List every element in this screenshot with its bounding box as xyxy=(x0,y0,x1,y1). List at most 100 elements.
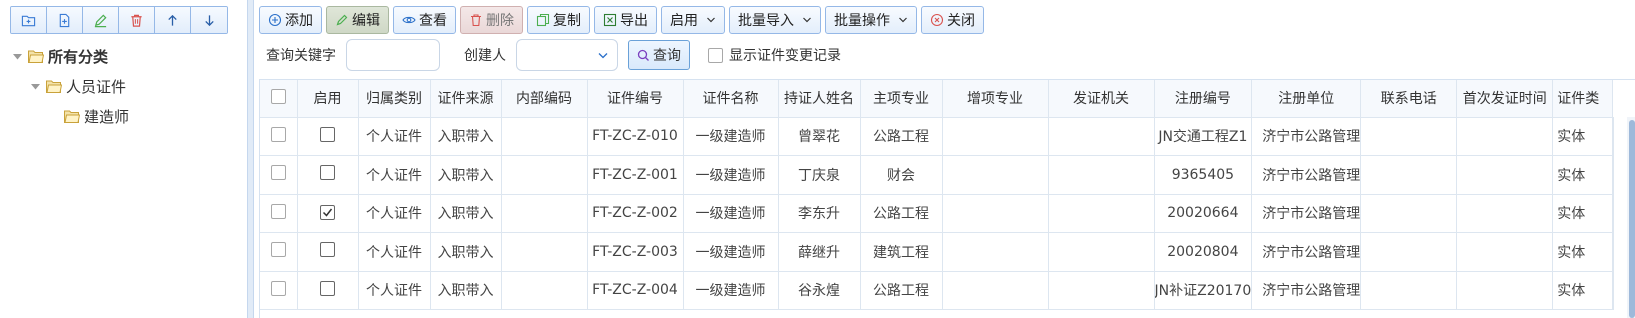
select-all-checkbox[interactable] xyxy=(270,88,286,104)
creator-select[interactable] xyxy=(516,39,618,71)
add-folder-button[interactable] xyxy=(11,7,47,33)
table-cell: 个人证件 xyxy=(358,155,431,195)
expand-triangle-icon[interactable] xyxy=(28,79,42,93)
table-cell xyxy=(501,232,588,272)
table-cell: JN交通工程Z1 xyxy=(1154,117,1253,156)
enabled-checkbox-checked[interactable] xyxy=(320,204,335,220)
export-button[interactable]: 导出 xyxy=(594,6,657,34)
column-header[interactable]: 注册编号 xyxy=(1154,80,1253,118)
enable-dropdown-button[interactable]: 启用 xyxy=(661,6,725,34)
add-button[interactable]: 添加 xyxy=(259,6,322,34)
column-header[interactable]: 持证人姓名 xyxy=(778,80,861,118)
table-cell: 个人证件 xyxy=(358,232,431,272)
column-header[interactable]: 证件类 xyxy=(1552,80,1614,118)
table-cell: 谷永煌 xyxy=(778,271,861,310)
scrollbar-thumb[interactable] xyxy=(1629,120,1635,318)
table-row[interactable]: 个人证件 入职带入 FT-ZC-Z-010 一级建造师 曾翠花 公路工程 JN交通工程Z1 济… xyxy=(260,117,1615,156)
enabled-cell[interactable] xyxy=(297,194,359,233)
column-header[interactable]: 启用 xyxy=(297,80,359,118)
copy-button[interactable]: 复制 xyxy=(527,6,590,34)
table-row[interactable]: 个人证件 入职带入 FT-ZC-Z-004 一级建造师 谷永煌 公路工程 JN补证Z2017… xyxy=(260,271,1615,310)
panel-splitter[interactable] xyxy=(247,0,254,318)
close-button-label: 关闭 xyxy=(947,13,975,29)
row-select-cell[interactable] xyxy=(260,232,298,272)
select-all-cell[interactable] xyxy=(260,80,298,118)
close-button[interactable]: 关闭 xyxy=(921,6,984,34)
column-header[interactable]: 内部编码 xyxy=(501,80,588,118)
add-item-button[interactable] xyxy=(47,7,83,33)
row-select-checkbox[interactable] xyxy=(270,165,286,181)
enabled-checkbox[interactable] xyxy=(320,126,335,142)
enabled-cell[interactable] xyxy=(297,155,359,195)
column-header[interactable]: 主项专业 xyxy=(860,80,943,118)
tree-node-all-categories[interactable]: 所有分类 xyxy=(10,44,108,68)
row-select-cell[interactable] xyxy=(260,117,298,156)
table-cell xyxy=(1048,232,1155,272)
pencil-icon xyxy=(335,13,349,27)
table-cell: FT-ZC-Z-001 xyxy=(587,155,684,195)
table-cell: 丁庆泉 xyxy=(778,155,861,195)
table-cell: 一级建造师 xyxy=(683,194,779,233)
table-cell xyxy=(1456,232,1554,272)
move-up-button[interactable] xyxy=(155,7,191,33)
column-header[interactable]: 发证机关 xyxy=(1048,80,1155,118)
show-changes-checkbox[interactable] xyxy=(708,47,723,63)
tree-node-builder[interactable]: 建造师 xyxy=(60,104,129,128)
enabled-checkbox[interactable] xyxy=(320,165,335,181)
row-select-checkbox[interactable] xyxy=(270,126,286,142)
table-row[interactable]: 个人证件 入职带入 FT-ZC-Z-003 一级建造师 薛继升 建筑工程 20020804 济… xyxy=(260,232,1615,272)
table-cell: JN补证Z20170 xyxy=(1154,271,1253,310)
enabled-checkbox[interactable] xyxy=(320,242,335,258)
table-cell: 20020664 xyxy=(1154,194,1253,233)
enabled-cell[interactable] xyxy=(297,232,359,272)
table-cell: 实体 xyxy=(1552,155,1614,195)
row-select-cell[interactable] xyxy=(260,271,298,310)
table-cell: 20020804 xyxy=(1154,232,1253,272)
row-select-checkbox[interactable] xyxy=(270,203,286,219)
table-cell: 建筑工程 xyxy=(860,232,943,272)
chevron-down-icon xyxy=(898,15,908,25)
edit-node-button[interactable] xyxy=(83,7,119,33)
column-header[interactable]: 证件名称 xyxy=(683,80,779,118)
table-cell xyxy=(501,117,588,156)
row-select-cell[interactable] xyxy=(260,194,298,233)
copy-button-label: 复制 xyxy=(553,13,581,29)
edit-button[interactable]: 编辑 xyxy=(326,6,389,34)
keyword-input[interactable] xyxy=(346,39,440,71)
batch-import-dropdown-button[interactable]: 批量导入 xyxy=(729,6,821,34)
table-cell xyxy=(942,271,1049,310)
table-cell: 财会 xyxy=(860,155,943,195)
table-cell: 9365405 xyxy=(1154,155,1253,195)
row-select-checkbox[interactable] xyxy=(270,280,286,296)
enabled-checkbox[interactable] xyxy=(320,280,335,296)
table-cell xyxy=(1612,232,1615,272)
column-header[interactable]: 首次发证时间 xyxy=(1456,80,1554,118)
column-header[interactable]: 证件来源 xyxy=(430,80,502,118)
row-select-checkbox[interactable] xyxy=(270,242,286,258)
batch-ops-dropdown-button[interactable]: 批量操作 xyxy=(825,6,917,34)
show-changes-toggle[interactable]: 显示证件变更记录 xyxy=(708,45,841,65)
delete-node-button[interactable] xyxy=(119,7,155,33)
enabled-cell[interactable] xyxy=(297,117,359,156)
table-cell xyxy=(1612,271,1615,310)
column-header[interactable]: 联系电话 xyxy=(1360,80,1458,118)
column-header[interactable]: 增项专业 xyxy=(942,80,1049,118)
tree-node-personnel-certificates[interactable]: 人员证件 xyxy=(28,74,126,98)
table-cell xyxy=(501,194,588,233)
column-header[interactable]: 归属类别 xyxy=(358,80,431,118)
column-header[interactable]: 证件编号 xyxy=(587,80,684,118)
table-row[interactable]: 个人证件 入职带入 FT-ZC-Z-002 一级建造师 李东升 公路工程 20020664 济… xyxy=(260,194,1615,233)
column-header[interactable]: 注册单位 xyxy=(1251,80,1362,118)
row-select-cell[interactable] xyxy=(260,155,298,195)
move-down-button[interactable] xyxy=(191,7,227,33)
table-cell xyxy=(1048,271,1155,310)
creator-label: 创建人 xyxy=(464,48,506,64)
delete-button[interactable]: 删除 xyxy=(460,6,523,34)
table-row[interactable]: 个人证件 入职带入 FT-ZC-Z-001 一级建造师 丁庆泉 财会 9365405 济宁市公… xyxy=(260,155,1615,195)
table-cell xyxy=(1048,117,1155,156)
view-button[interactable]: 查看 xyxy=(393,6,456,34)
expand-triangle-icon[interactable] xyxy=(10,49,24,63)
plus-circle-icon xyxy=(268,13,282,27)
enabled-cell[interactable] xyxy=(297,271,359,310)
query-button[interactable]: 查询 xyxy=(628,40,690,70)
